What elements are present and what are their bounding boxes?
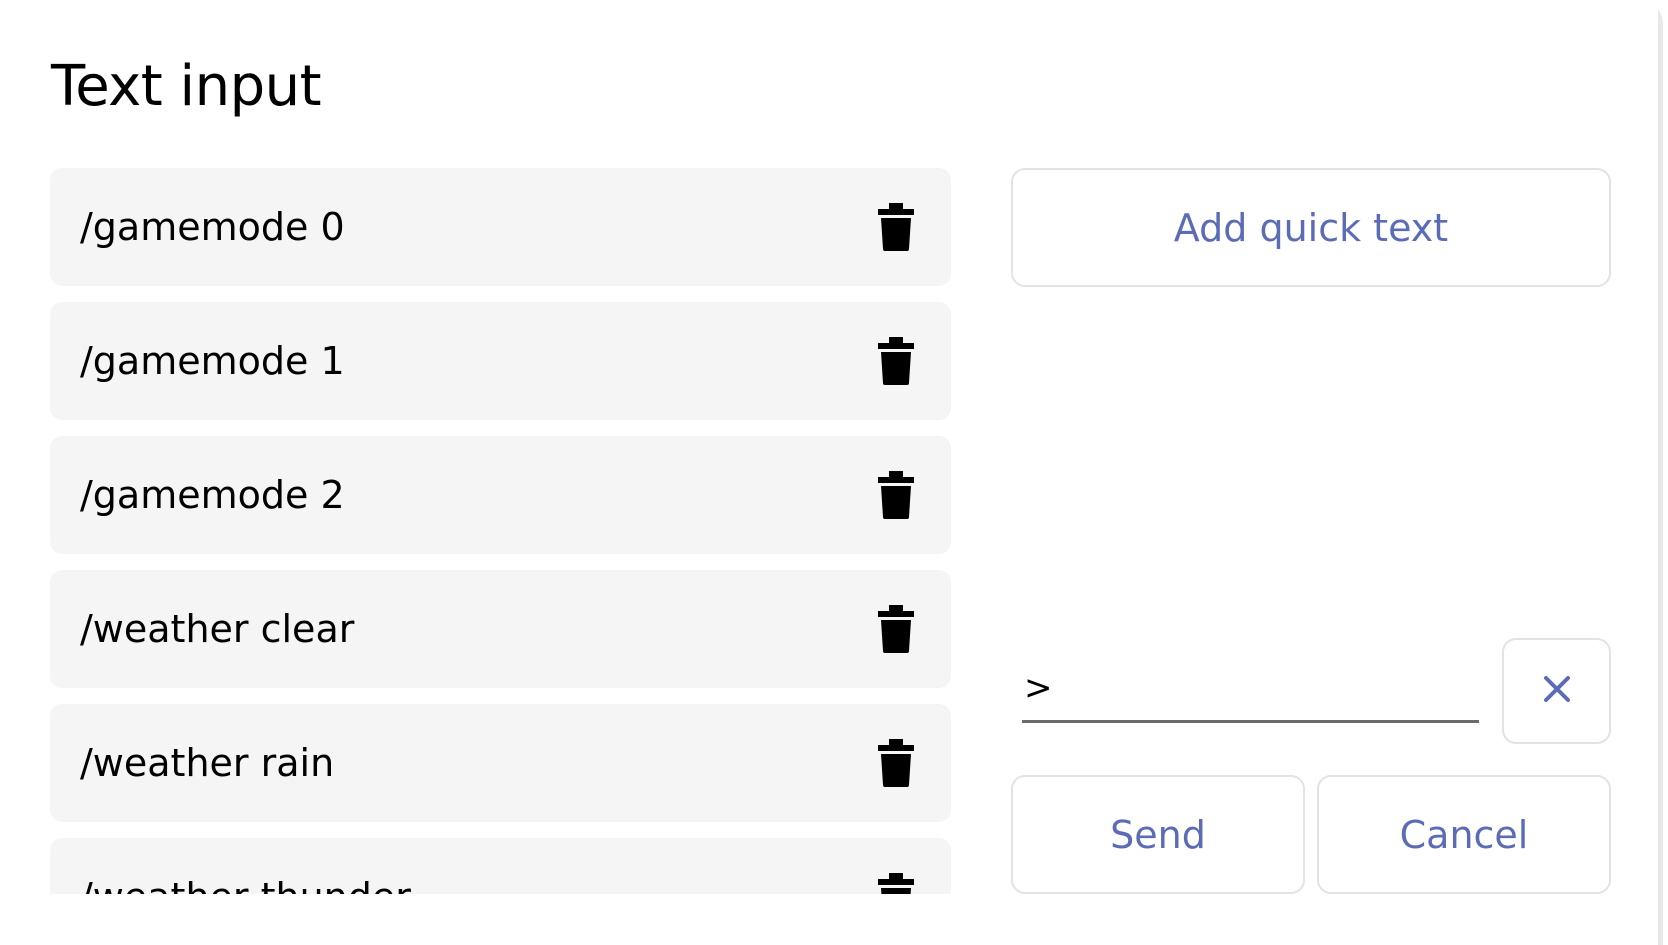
trash-icon[interactable] <box>868 601 924 657</box>
text-input-dialog: Text input /gamemode 0 /gamemode 1 /game… <box>0 0 1663 945</box>
quick-text-label: /gamemode 2 <box>80 473 345 517</box>
quick-text-label: /weather rain <box>80 741 335 785</box>
quick-text-list[interactable]: /gamemode 0 /gamemode 1 /gamemode 2 /wea… <box>50 168 951 894</box>
trash-icon[interactable] <box>868 199 924 255</box>
quick-text-item[interactable]: /gamemode 1 <box>50 302 951 420</box>
quick-text-label: /weather clear <box>80 607 355 651</box>
command-input-field[interactable]: > <box>1022 658 1479 723</box>
trash-icon[interactable] <box>868 467 924 523</box>
trash-icon[interactable] <box>868 869 924 894</box>
cancel-button[interactable]: Cancel <box>1317 775 1611 894</box>
close-icon <box>1542 669 1572 713</box>
clear-input-button[interactable] <box>1502 638 1611 744</box>
quick-text-label: /weather thunder <box>80 838 411 894</box>
add-quick-text-button[interactable]: Add quick text <box>1011 168 1611 287</box>
quick-text-item[interactable]: /weather thunder <box>50 838 951 894</box>
trash-icon[interactable] <box>868 735 924 791</box>
trash-icon[interactable] <box>868 333 924 389</box>
input-prompt: > <box>1024 668 1053 708</box>
quick-text-item[interactable]: /gamemode 2 <box>50 436 951 554</box>
command-input[interactable] <box>1058 664 1468 710</box>
quick-text-label: /gamemode 0 <box>80 205 345 249</box>
quick-text-item[interactable]: /weather rain <box>50 704 951 822</box>
dialog-edge <box>1658 0 1663 945</box>
quick-text-item[interactable]: /gamemode 0 <box>50 168 951 286</box>
quick-text-label: /gamemode 1 <box>80 339 345 383</box>
dialog-title: Text input <box>51 54 322 119</box>
quick-text-item[interactable]: /weather clear <box>50 570 951 688</box>
send-button[interactable]: Send <box>1011 775 1305 894</box>
